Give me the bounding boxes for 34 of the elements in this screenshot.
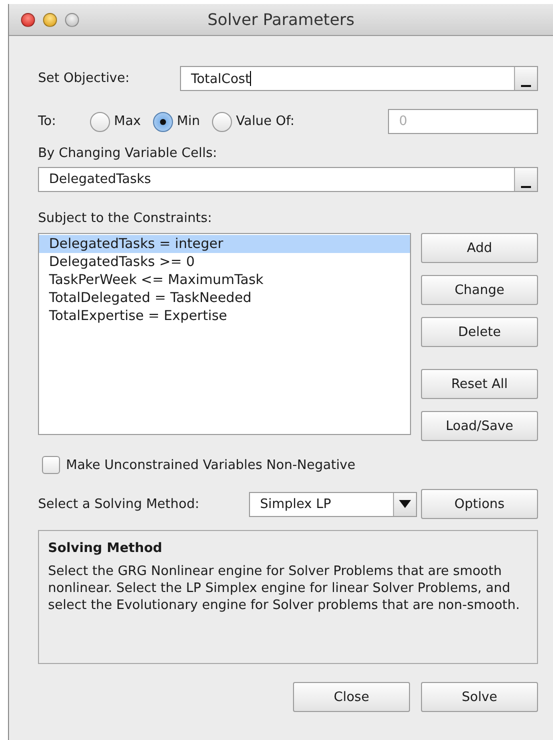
range-picker-icon[interactable] [514, 168, 537, 191]
constraint-button[interactable]: Reset All [421, 369, 538, 399]
constraint-item[interactable]: DelegatedTasks = integer [39, 235, 410, 253]
constraint-button[interactable]: Delete [421, 317, 538, 347]
range-picker-icon[interactable] [514, 67, 537, 90]
objective-label: Set Objective: [38, 71, 131, 86]
window-title: Solver Parameters [208, 10, 354, 29]
zoom-window-icon[interactable] [65, 12, 79, 26]
objective-field[interactable]: TotalCost [180, 66, 538, 91]
non-negative-checkbox[interactable]: Make Unconstrained Variables Non-Negative [42, 456, 356, 474]
dropdown-arrow-icon [399, 500, 411, 508]
constraint-item[interactable]: DelegatedTasks >= 0 [39, 253, 410, 271]
constraint-button[interactable]: Add [421, 233, 538, 263]
close-window-icon[interactable] [21, 12, 35, 26]
variable-cells-label: By Changing Variable Cells: [38, 146, 218, 161]
options-button[interactable]: Options [421, 489, 538, 519]
constraint-button[interactable]: Load/Save [421, 411, 538, 441]
minimize-window-icon[interactable] [43, 12, 57, 26]
radio-option[interactable]: Min [152, 112, 200, 132]
description-title: Solving Method [48, 541, 164, 556]
to-label: To: [38, 114, 58, 129]
dialog-button[interactable]: Close [293, 682, 410, 712]
constraint-button[interactable]: Change [421, 275, 538, 305]
radio-option[interactable]: Value Of: [212, 112, 295, 132]
variable-cells-field[interactable]: DelegatedTasks [38, 167, 538, 192]
constraint-item[interactable]: TotalDelegated = TaskNeeded [39, 289, 410, 307]
constraints-label: Subject to the Constraints: [38, 211, 213, 226]
solving-method-label: Select a Solving Method: [38, 496, 200, 512]
dialog-button[interactable]: Solve [421, 682, 538, 712]
solving-method-dropdown[interactable]: Simplex LP [249, 492, 417, 516]
constraint-item[interactable]: TaskPerWeek <= MaximumTask [39, 271, 410, 289]
description-text: Select the GRG Nonlinear engine for Solver Problems that are smooth nonlinear. Select the LP Simplex engine for linear Solver Problems, and select the Evolutionary engine for Solver problems that are non-smooth. [48, 563, 521, 614]
radio-option[interactable]: Max [90, 112, 141, 132]
constraint-item[interactable]: TotalExpertise = Expertise [39, 307, 410, 325]
